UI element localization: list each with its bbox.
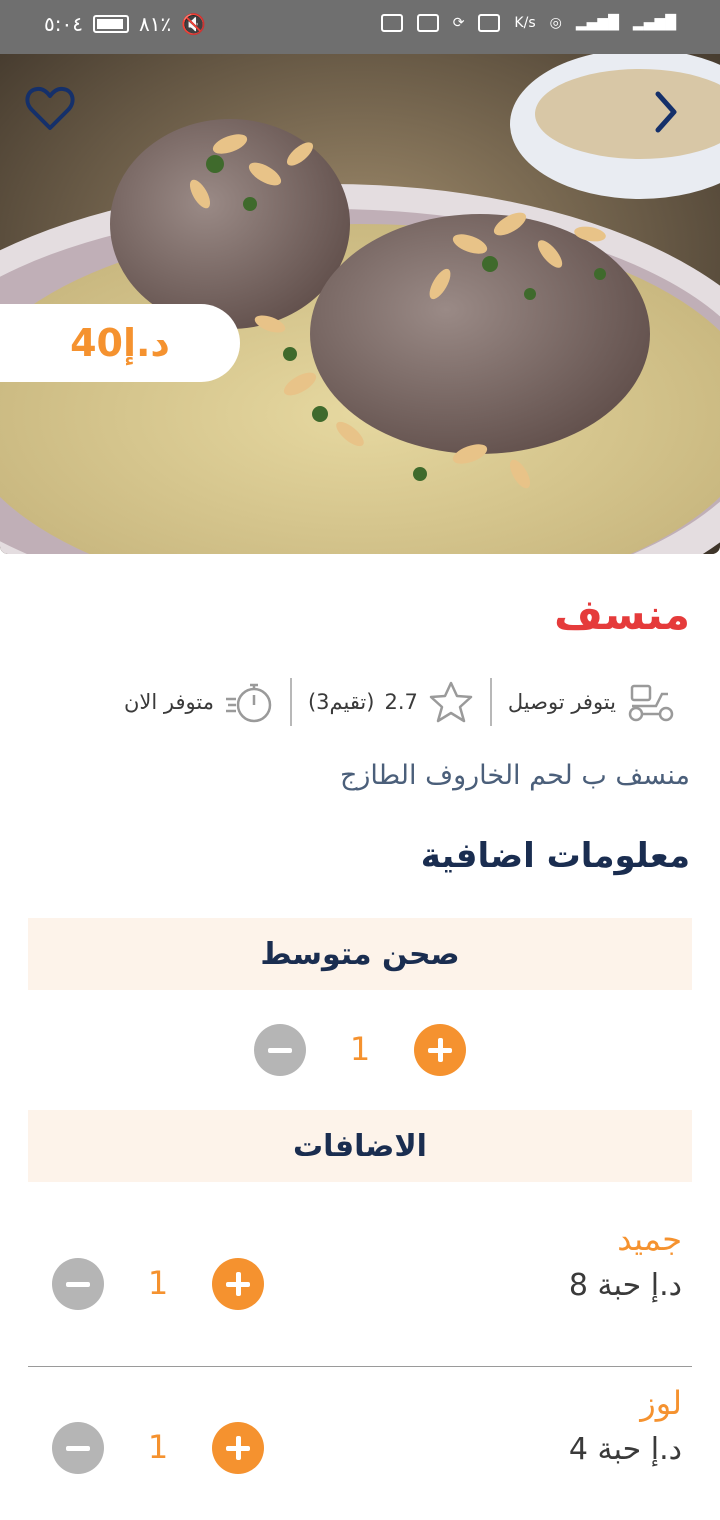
addon-price: 8 د.إ حبة — [568, 1268, 682, 1303]
rating-count: (3تقيم) — [307, 690, 375, 714]
youtube-icon — [380, 14, 403, 32]
battery-level: ٨١٪ — [138, 12, 172, 36]
dish-image: 40د.إ — [0, 54, 720, 554]
hotspot-icon: ◎ — [549, 15, 562, 31]
rating-info: 2.7 (3تقيم) — [292, 680, 490, 724]
stopwatch-icon — [225, 683, 272, 723]
delivery-label: يتوفر توصيل — [507, 690, 616, 714]
rating-value: 2.7 — [384, 690, 418, 714]
addon-name: جميد — [617, 1220, 682, 1258]
activity-icon — [478, 14, 501, 32]
size-increase-button[interactable] — [414, 1024, 466, 1076]
battery-icon — [92, 15, 129, 33]
addon-name: لوز — [640, 1384, 682, 1422]
clock: ٥:٠٤ — [44, 12, 83, 36]
keyboard-icon — [416, 14, 439, 32]
addons-label: الاضافات — [293, 1128, 427, 1164]
star-icon — [429, 681, 473, 723]
minus-icon — [66, 1445, 90, 1451]
addon-increase-button[interactable] — [212, 1422, 264, 1474]
net-speed: K/s — [514, 15, 536, 31]
addon-decrease-button[interactable] — [52, 1258, 104, 1310]
addons-band: الاضافات — [28, 1110, 692, 1182]
size-quantity: 1 — [349, 1030, 371, 1068]
addon-increase-button[interactable] — [212, 1258, 264, 1310]
addon-quantity: 1 — [147, 1264, 169, 1302]
delivery-info: يتوفر توصيل — [492, 682, 692, 722]
addon-price: 4 د.إ حبة — [568, 1432, 682, 1467]
dish-description: منسف ب لحم الخاروف الطازج — [339, 760, 690, 791]
scooter-icon — [628, 684, 674, 722]
minus-icon — [268, 1047, 292, 1053]
chevron-right-icon[interactable] — [652, 90, 680, 134]
price-text: 40د.إ — [70, 321, 170, 365]
status-bar: ٥:٠٤ ٨١٪ 🔇 ⟳ K/s ◎ ▂▄▆█ ▂▄▆█ — [0, 0, 720, 54]
addon-divider — [28, 1366, 692, 1367]
size-decrease-button[interactable] — [254, 1024, 306, 1076]
heart-outline-icon[interactable] — [24, 84, 76, 132]
addon-quantity: 1 — [147, 1428, 169, 1466]
extra-info-title: معلومات اضافية — [420, 836, 690, 876]
minus-icon — [66, 1281, 90, 1287]
signal-icon: ▂▄▆█ — [575, 15, 619, 31]
size-label: صحن متوسط — [260, 936, 460, 972]
availability-info: متوفر الان — [108, 679, 290, 725]
addon-decrease-button[interactable] — [52, 1422, 104, 1474]
signal-2-icon: ▂▄▆█ — [632, 15, 676, 31]
mute-icon: 🔇 — [181, 12, 207, 36]
dish-name: منسف — [554, 590, 690, 639]
meta-row: يتوفر توصيل 2.7 (3تقيم) متوفر الان — [60, 672, 692, 732]
size-option-band[interactable]: صحن متوسط — [28, 918, 692, 990]
price-badge: 40د.إ — [0, 304, 240, 382]
availability-label: متوفر الان — [123, 690, 214, 714]
sync-icon: ⟳ — [452, 15, 465, 31]
